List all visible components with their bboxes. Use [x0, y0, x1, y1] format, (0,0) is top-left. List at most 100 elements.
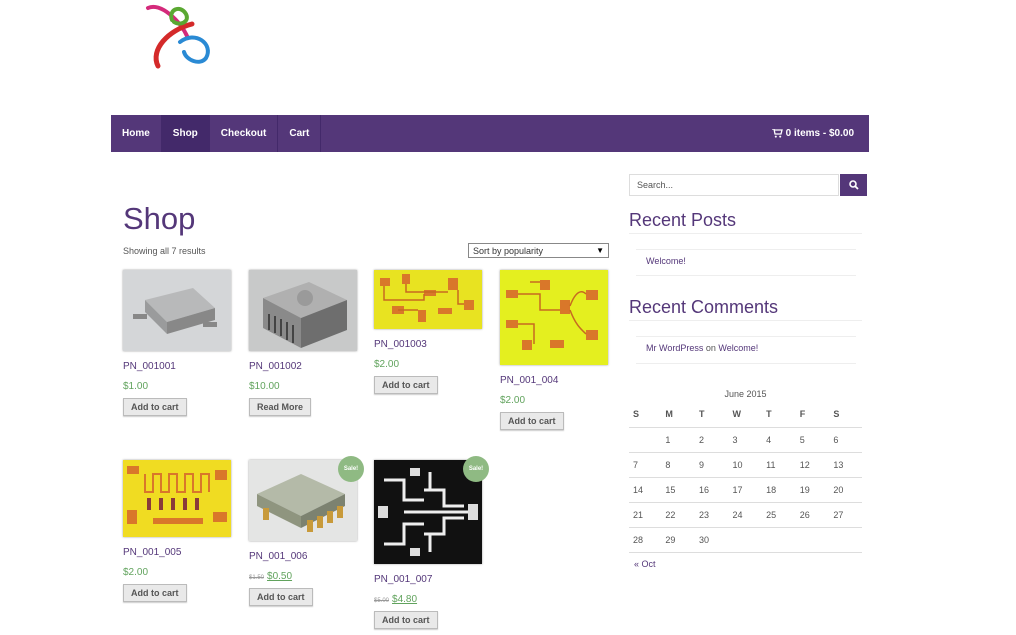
calendar-prev-link[interactable]: « Oct — [634, 559, 656, 569]
calendar-day: 24 — [727, 502, 762, 528]
product-price: $1.50 $0.50 — [249, 571, 359, 582]
nav-item-home[interactable]: Home — [111, 115, 162, 152]
product-name[interactable]: PN_001_005 — [123, 547, 233, 558]
product-card: PN_001003 $2.00 Add to cart — [374, 270, 484, 394]
calendar-day: 17 — [727, 477, 762, 503]
result-count: Showing all 7 results — [123, 246, 206, 256]
comment-author[interactable]: Mr WordPress — [646, 343, 703, 353]
add-to-cart-button[interactable]: Add to cart — [123, 398, 187, 416]
product-image[interactable] — [249, 270, 357, 351]
product-price: $10.00 — [249, 381, 280, 392]
calendar-day — [794, 527, 829, 553]
calendar-day: 7 — [629, 452, 661, 478]
sale-price: $4.80 — [392, 594, 418, 605]
product-card: PN_001_005 $2.00 Add to cart — [123, 460, 233, 602]
divider — [636, 363, 856, 364]
calendar-day: 19 — [794, 477, 829, 503]
nav-item-checkout[interactable]: Checkout — [210, 115, 279, 152]
product-image[interactable] — [500, 270, 608, 365]
calendar-day: 2 — [693, 427, 728, 453]
calendar-day: 27 — [828, 502, 862, 528]
weekday-label: W — [727, 401, 762, 428]
product-name[interactable]: PN_001001 — [123, 361, 233, 372]
calendar-day: 5 — [794, 427, 829, 453]
calendar-week-row: 28 29 30 — [629, 527, 862, 553]
calendar-day: 13 — [828, 452, 862, 478]
product-price: $2.00 — [374, 359, 400, 370]
product-price: $2.00 — [500, 395, 526, 406]
calendar-day: 1 — [660, 427, 694, 453]
comment-connector: on — [703, 343, 719, 353]
product-name[interactable]: PN_001003 — [374, 339, 484, 350]
calendar-weekday-row: S M T W T F S — [629, 401, 862, 428]
calendar-day: 11 — [761, 452, 795, 478]
recent-post-link[interactable]: Welcome! — [646, 256, 686, 266]
weekday-label: S — [629, 401, 661, 428]
nav-item-cart[interactable]: Cart — [278, 115, 322, 152]
calendar-day: 29 — [660, 527, 694, 553]
calendar-week-row: 14 15 16 17 18 19 20 — [629, 477, 862, 503]
search-icon — [848, 180, 859, 190]
product-card: Sale! PN_001_006 $1.50 $0.50 Add to cart — [249, 456, 364, 606]
product-price: $1.00 — [123, 381, 149, 392]
product-price: $2.00 — [123, 567, 149, 578]
calendar-day: 21 — [629, 502, 661, 528]
recent-comments-title: Recent Comments — [629, 297, 862, 321]
read-more-button[interactable]: Read More — [249, 398, 312, 416]
calendar-day: 6 — [828, 427, 862, 453]
product-card: Sale! PN_001_007 $5.00 $4.80 Add to cart — [374, 456, 489, 629]
product-image[interactable] — [123, 460, 231, 537]
add-to-cart-button[interactable]: Add to cart — [500, 412, 564, 430]
calendar-day — [828, 527, 862, 553]
product-card: PN_001_004 $2.00 Add to cart — [500, 270, 610, 430]
product-name[interactable]: PN_001002 — [249, 361, 359, 372]
sort-select[interactable]: Sort by popularity ▼ — [468, 243, 609, 258]
add-to-cart-button[interactable]: Add to cart — [374, 376, 438, 394]
add-to-cart-button[interactable]: Add to cart — [374, 611, 438, 629]
search-button[interactable] — [840, 174, 867, 196]
calendar-day: 20 — [828, 477, 862, 503]
product-image[interactable] — [123, 270, 231, 351]
product-name[interactable]: PN_001_004 — [500, 375, 610, 386]
recent-posts-title: Recent Posts — [629, 210, 862, 234]
product-name[interactable]: PN_001_007 — [374, 574, 484, 585]
page-title: Shop — [123, 201, 196, 236]
comment-post-link[interactable]: Welcome! — [718, 343, 758, 353]
cart-summary-link[interactable]: 0 items - $0.00 — [771, 115, 869, 152]
calendar-day — [761, 527, 795, 553]
add-to-cart-button[interactable]: Add to cart — [123, 584, 187, 602]
calendar-week-row: 7 8 9 10 11 12 13 — [629, 452, 862, 478]
calendar-day: 14 — [629, 477, 661, 503]
calendar-table: S M T W T F S 1 2 3 4 5 6 7 8 9 10 11 12… — [629, 401, 862, 553]
product-image[interactable] — [374, 270, 482, 329]
divider — [636, 336, 856, 337]
nav-item-shop[interactable]: Shop — [161, 115, 210, 152]
calendar-day: 3 — [727, 427, 762, 453]
search-input[interactable]: Search... — [629, 174, 839, 196]
main-navigation: Home Shop Checkout Cart 0 items - $0.00 — [111, 115, 869, 152]
product-price: $5.00 $4.80 — [374, 594, 484, 605]
calendar-day: 12 — [794, 452, 829, 478]
calendar-day: 30 — [693, 527, 728, 553]
product-card: PN_001002 $10.00 Read More — [249, 270, 359, 416]
calendar-day: 15 — [660, 477, 694, 503]
divider — [636, 249, 856, 250]
calendar-day: 8 — [660, 452, 694, 478]
calendar-caption: June 2015 — [724, 389, 767, 399]
calendar-day: 22 — [660, 502, 694, 528]
sort-select-value: Sort by popularity — [473, 245, 544, 256]
divider — [636, 275, 856, 276]
weekday-label: T — [761, 401, 795, 428]
site-logo[interactable] — [140, 0, 220, 74]
weekday-label: F — [794, 401, 829, 428]
shopping-cart-icon — [771, 129, 783, 138]
calendar-day: 4 — [761, 427, 795, 453]
calendar-day — [629, 427, 661, 453]
add-to-cart-button[interactable]: Add to cart — [249, 588, 313, 606]
calendar-day — [727, 527, 762, 553]
product-name[interactable]: PN_001_006 — [249, 551, 359, 562]
sale-price: $0.50 — [267, 571, 293, 582]
calendar-day: 9 — [693, 452, 728, 478]
calendar-day: 28 — [629, 527, 661, 553]
dropdown-arrow-icon: ▼ — [596, 246, 604, 255]
